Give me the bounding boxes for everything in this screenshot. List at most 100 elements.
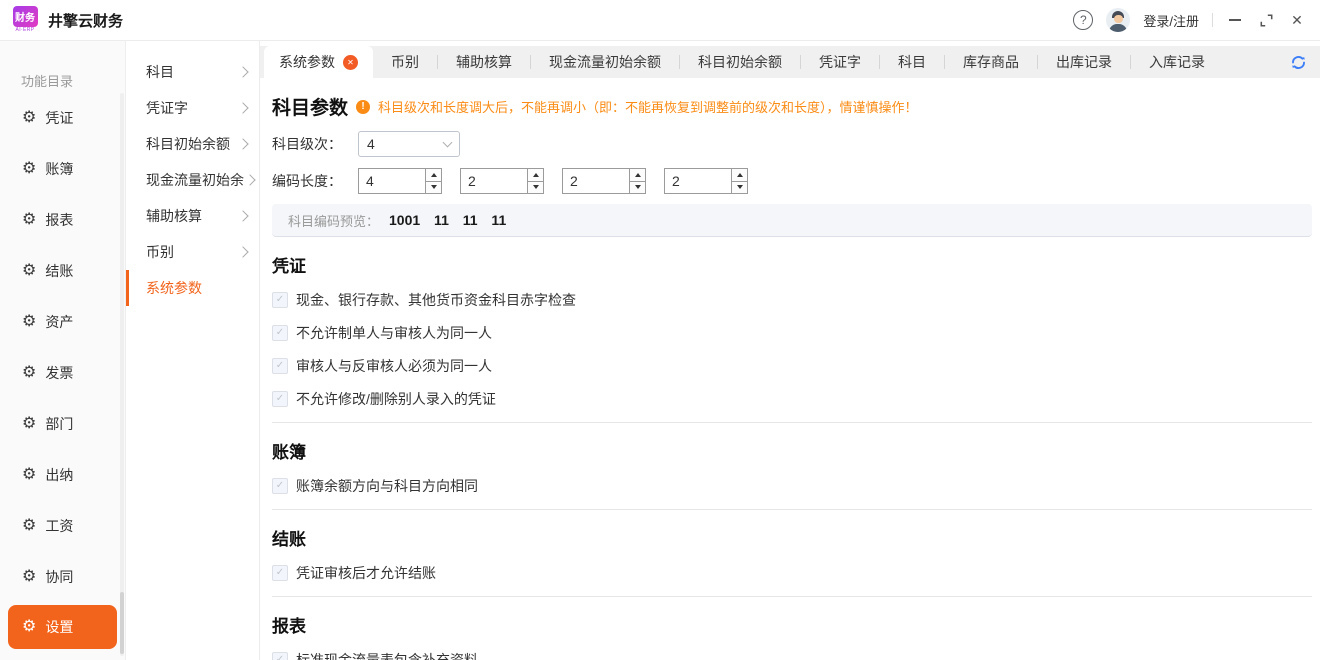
refresh-button[interactable]	[1290, 54, 1307, 71]
avatar[interactable]	[1106, 8, 1130, 32]
sidebar-item-协同[interactable]: ⚙协同	[0, 551, 125, 602]
close-button[interactable]: ✕	[1288, 11, 1306, 29]
section-divider	[272, 596, 1312, 597]
spinner-down-button[interactable]	[528, 182, 543, 194]
submenu-item-label: 凭证字	[146, 98, 188, 118]
chevron-right-icon	[237, 102, 248, 113]
gear-icon: ⚙	[22, 263, 36, 279]
submenu: 科目凭证字科目初始余额现金流量初始余辅助核算币别系统参数	[126, 41, 260, 660]
app-title: 井擎云财务	[48, 10, 123, 31]
submenu-item-label: 系统参数	[146, 278, 202, 298]
sidebar-item-label: 协同	[45, 567, 73, 587]
checkbox-label: 标准现金流量表包含补充资料	[296, 650, 478, 660]
warning-text: 科目级次和长度调大后，不能再调小（即：不能再恢复到调整前的级次和长度），情谨慎操…	[378, 97, 918, 116]
tab-active-label: 系统参数	[279, 52, 335, 72]
code-preview-value: 1001 11 11 11	[389, 212, 506, 228]
sidebar-scrollbar-thumb[interactable]	[120, 592, 124, 654]
avatar-face	[1114, 15, 1123, 23]
chevron-right-icon	[237, 246, 248, 257]
submenu-item-科目[interactable]: 科目	[126, 54, 259, 90]
submenu-item-币别[interactable]: 币别	[126, 234, 259, 270]
spinner-up-button[interactable]	[528, 169, 543, 182]
checkbox-label: 现金、银行存款、其他货币资金科目赤字检查	[296, 290, 576, 310]
tab-出库记录[interactable]: 出库记录	[1038, 46, 1130, 78]
code-length-spinner[interactable]: 2	[664, 168, 748, 194]
sidebar-item-部门[interactable]: ⚙部门	[0, 398, 125, 449]
section-title: 报表	[272, 612, 1312, 637]
section-title: 结账	[272, 525, 1312, 550]
spinner-up-button[interactable]	[426, 169, 441, 182]
tab-现金流量初始余额[interactable]: 现金流量初始余额	[531, 46, 679, 78]
refresh-icon	[1290, 54, 1307, 71]
settings-sections: 凭证✓现金、银行存款、其他货币资金科目赤字检查✓不允许制单人与审核人为同一人✓审…	[272, 252, 1312, 660]
checkbox[interactable]: ✓	[272, 478, 288, 494]
tab-active[interactable]: 系统参数 ✕	[264, 46, 373, 78]
tab-凭证字[interactable]: 凭证字	[801, 46, 879, 78]
maximize-button[interactable]	[1257, 11, 1275, 29]
checkbox-row: ✓ 现金、银行存款、其他货币资金科目赤字检查	[272, 290, 1312, 310]
sidebar-item-设置[interactable]: ⚙ 设置	[8, 605, 117, 649]
sidebar-item-出纳[interactable]: ⚙出纳	[0, 449, 125, 500]
app-window: 财务 AI·ERP 井擎云财务 ? 登录/注册 ✕	[0, 0, 1320, 660]
spinner-down-button[interactable]	[630, 182, 645, 194]
submenu-item-科目初始余额[interactable]: 科目初始余额	[126, 126, 259, 162]
submenu-item-辅助核算[interactable]: 辅助核算	[126, 198, 259, 234]
checkbox[interactable]: ✓	[272, 358, 288, 374]
tab-close-icon[interactable]: ✕	[343, 55, 358, 70]
spinner-up-button[interactable]	[630, 169, 645, 182]
checkbox[interactable]: ✓	[272, 565, 288, 581]
chevron-right-icon	[237, 210, 248, 221]
spinner-down-button[interactable]	[732, 182, 747, 194]
checkbox[interactable]: ✓	[272, 292, 288, 308]
settings-content: 科目参数 ! 科目级次和长度调大后，不能再调小（即：不能再恢复到调整前的级次和长…	[260, 78, 1320, 660]
gear-icon: ⚙	[22, 619, 36, 635]
sidebar-item-账簿[interactable]: ⚙账簿	[0, 143, 125, 194]
checkbox[interactable]: ✓	[272, 652, 288, 660]
spinner-down-button[interactable]	[426, 182, 441, 194]
tab-科目[interactable]: 科目	[880, 46, 944, 78]
submenu-item-现金流量初始余[interactable]: 现金流量初始余	[126, 162, 259, 198]
submenu-item-凭证字[interactable]: 凭证字	[126, 90, 259, 126]
section-divider	[272, 422, 1312, 423]
sidebar-item-label: 账簿	[45, 159, 73, 179]
checkbox[interactable]: ✓	[272, 325, 288, 341]
checkbox[interactable]: ✓	[272, 391, 288, 407]
help-icon[interactable]: ?	[1073, 10, 1093, 30]
checkbox-label: 审核人与反审核人必须为同一人	[296, 356, 492, 376]
code-length-spinner[interactable]: 2	[562, 168, 646, 194]
maximize-icon	[1260, 14, 1273, 27]
close-icon: ✕	[1291, 13, 1303, 27]
code-length-spinner[interactable]: 4	[358, 168, 442, 194]
logo-subtext: AI·ERP	[15, 27, 34, 34]
checkbox-label: 不允许修改/删除别人录入的凭证	[296, 389, 496, 409]
spinner-up-button[interactable]	[732, 169, 747, 182]
gear-icon: ⚙	[22, 365, 36, 381]
gear-icon: ⚙	[22, 314, 36, 330]
checkbox-row: ✓凭证审核后才允许结账	[272, 563, 1312, 583]
submenu-item-系统参数[interactable]: 系统参数	[126, 270, 259, 306]
login-register-link[interactable]: 登录/注册	[1143, 11, 1199, 30]
section-title: 凭证	[272, 252, 1312, 277]
sidebar-item-凭证[interactable]: ⚙凭证	[0, 92, 125, 143]
down-arrow-icon	[431, 185, 437, 189]
up-arrow-icon	[533, 173, 539, 177]
checkbox-row: ✓ 审核人与反审核人必须为同一人	[272, 356, 1312, 376]
checkbox-row: ✓ 不允许修改/删除别人录入的凭证	[272, 389, 1312, 409]
code-length-spinner[interactable]: 2	[460, 168, 544, 194]
tab-辅助核算[interactable]: 辅助核算	[438, 46, 530, 78]
tab-库存商品[interactable]: 库存商品	[945, 46, 1037, 78]
tab-币别[interactable]: 币别	[373, 46, 437, 78]
chevron-right-icon	[244, 174, 255, 185]
sidebar-item-结账[interactable]: ⚙结账	[0, 245, 125, 296]
tab-入库记录[interactable]: 入库记录	[1131, 46, 1223, 78]
subject-level-select[interactable]: 4	[358, 131, 460, 157]
sidebar-item-label: 设置	[45, 617, 73, 637]
sidebar-item-发票[interactable]: ⚙发票	[0, 347, 125, 398]
sidebar-item-工资[interactable]: ⚙工资	[0, 500, 125, 551]
sidebar-item-报表[interactable]: ⚙报表	[0, 194, 125, 245]
sidebar-item-资产[interactable]: ⚙资产	[0, 296, 125, 347]
minimize-button[interactable]	[1226, 11, 1244, 29]
tab-科目初始余额[interactable]: 科目初始余额	[680, 46, 800, 78]
chevron-right-icon	[237, 66, 248, 77]
gear-icon: ⚙	[22, 518, 36, 534]
